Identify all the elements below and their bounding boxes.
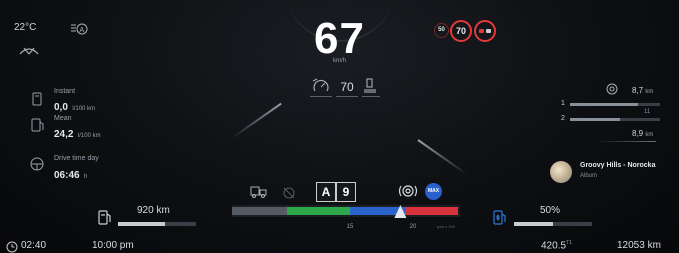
cruise-control-icon xyxy=(312,78,330,94)
fuel-range: 920 km xyxy=(137,205,170,216)
fuel-level-bar xyxy=(118,222,196,226)
instant-label: Instant xyxy=(54,88,76,95)
trip-odometer-unit: T1 xyxy=(566,240,572,246)
cruise-underline xyxy=(310,96,332,97)
cruise-set-underline xyxy=(336,96,358,97)
current-time: 10:00 pm xyxy=(92,240,134,251)
brake-max-badge: MAX xyxy=(425,183,442,200)
rpm-tick-15: 15 xyxy=(347,224,354,230)
drive-time-unit: h xyxy=(84,174,88,180)
axle-row-2-fill xyxy=(570,118,620,121)
speed-value: 67 xyxy=(314,14,365,63)
adblue-percent: 50% xyxy=(540,205,561,216)
trailer-icon xyxy=(250,185,268,199)
axle-top-value: 8,7 xyxy=(632,86,644,95)
instant-reading: 0,0 l/100 km xyxy=(54,97,95,115)
speed-limit-small-sign: 50 xyxy=(434,23,449,38)
instant-unit: l/100 km xyxy=(72,106,96,112)
fuel-instant-icon xyxy=(32,92,44,106)
drive-time-label: Drive time day xyxy=(54,155,99,162)
left-road-streak xyxy=(231,102,282,139)
trip-odometer: 420.5T1 xyxy=(541,240,572,251)
speed-limit-value: 70 xyxy=(455,26,466,36)
rpm-segment-idle xyxy=(232,207,287,215)
drive-time-value: 06:46 xyxy=(54,170,80,181)
axle-bottom-value: 8,9 xyxy=(632,129,644,138)
axle-bottom-reading: 8,9 km xyxy=(632,129,653,138)
axle-bottom-unit: km xyxy=(645,132,654,138)
instant-value: 0,0 xyxy=(54,102,68,113)
no-overtaking-icon xyxy=(474,20,496,42)
speed-limit-sign: 70 xyxy=(450,20,472,42)
drive-time-reading: 06:46 h xyxy=(54,165,87,183)
axle-row-1-bar xyxy=(570,103,660,106)
adblue-icon xyxy=(493,209,507,225)
clock-icon xyxy=(6,240,18,253)
axle-tick-11: 11 xyxy=(644,109,651,115)
rpm-gauge: 15 20 rpm x 100 xyxy=(232,205,460,230)
mean-label: Mean xyxy=(54,115,72,122)
axle-divider xyxy=(596,141,656,142)
axle-row-2-bar xyxy=(570,118,660,121)
engine-brake-icon xyxy=(398,184,418,198)
media-subtitle: Album xyxy=(580,173,598,179)
media-title: Groovy Hills - Norocka xyxy=(580,162,656,169)
rpm-segment-red xyxy=(405,207,458,215)
retarder-off-icon xyxy=(282,186,296,199)
speed-limit-small-value: 50 xyxy=(438,27,445,33)
seat-underline xyxy=(362,96,380,97)
rpm-segment-green xyxy=(287,207,350,215)
trip-odometer-value: 420.5 xyxy=(541,240,567,252)
axle-top-unit: km xyxy=(645,89,654,95)
axle-row-2-label: 2 xyxy=(561,115,565,122)
rpm-tick-20: 20 xyxy=(410,224,417,230)
axle-row-1-label: 1 xyxy=(561,100,565,107)
mean-unit: l/100 km xyxy=(77,133,101,139)
adblue-level-bar xyxy=(514,222,592,226)
adblue-level-fill xyxy=(514,222,553,226)
fuel-pump-icon xyxy=(98,209,112,225)
fuel-level-fill xyxy=(118,222,165,226)
axle-load-icon xyxy=(604,82,620,95)
speed-unit: km/h xyxy=(332,58,346,64)
gear-mode-indicator: A xyxy=(316,182,336,202)
fuel-mean-icon xyxy=(30,118,44,132)
mean-reading: 24,2 l/100 km xyxy=(54,124,101,142)
axle-top-reading: 8,7 km xyxy=(632,86,653,95)
axle-row-1-fill xyxy=(570,103,638,106)
gear-number-indicator: 9 xyxy=(336,182,356,202)
steering-wheel-icon xyxy=(30,157,44,171)
mean-value: 24,2 xyxy=(54,129,74,140)
rpm-unit: rpm x 100 xyxy=(437,224,456,229)
right-road-streak xyxy=(417,139,468,176)
total-odometer: 12053 km xyxy=(617,240,661,251)
driver-seat-icon xyxy=(362,78,378,94)
cruise-set-speed: 70 xyxy=(340,80,354,94)
trip-clock: 02:40 xyxy=(21,240,47,251)
album-art xyxy=(550,161,572,183)
instrument-cluster: 22°C A 67 km/h 50 70 70 Instant 0,0 l/10… xyxy=(0,0,679,253)
